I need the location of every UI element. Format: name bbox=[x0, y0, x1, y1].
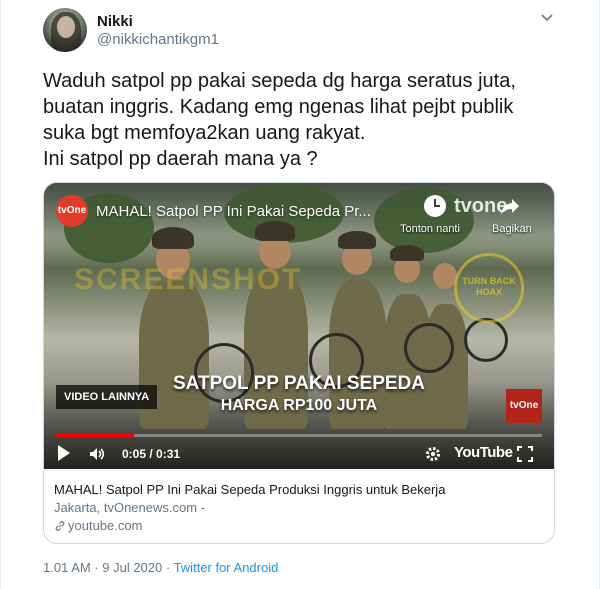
avatar-face bbox=[57, 16, 75, 38]
card-domain[interactable]: youtube.com bbox=[54, 517, 544, 535]
source-link[interactable]: Twitter for Android bbox=[174, 560, 279, 575]
channel-logo[interactable]: tvOne bbox=[56, 195, 88, 227]
player-controls: 0:05 / 0:31 YouTube bbox=[44, 439, 554, 469]
share-label[interactable]: Bagikan bbox=[492, 223, 532, 235]
video-time: 0:05 / 0:31 bbox=[122, 447, 181, 461]
video-caption-line1: SATPOL PP PAKAI SEPEDA bbox=[173, 373, 425, 394]
video-frame bbox=[44, 183, 554, 469]
video-title[interactable]: MAHAL! Satpol PP Ini Pakai Sepeda Pr... bbox=[96, 203, 371, 220]
watch-later-label[interactable]: Tonton nanti bbox=[400, 223, 460, 235]
tweet-text: Waduh satpol pp pakai sepeda dg harga se… bbox=[43, 70, 516, 170]
share-icon[interactable] bbox=[499, 195, 521, 217]
volume-icon[interactable] bbox=[88, 445, 106, 463]
gear-icon[interactable] bbox=[424, 445, 442, 463]
chevron-down-icon[interactable] bbox=[540, 10, 554, 24]
progress-fill bbox=[56, 434, 134, 437]
avatar[interactable] bbox=[43, 8, 87, 52]
link-icon bbox=[55, 521, 65, 531]
user-handle[interactable]: @nikkichantikgm1 bbox=[97, 31, 219, 48]
link-card[interactable]: SCREENSHOT TURN BACK HOAX tvOne MAHAL! S… bbox=[43, 182, 555, 544]
timestamp[interactable]: 1.01 AM · 9 Jul 2020 · bbox=[43, 560, 174, 575]
video-player[interactable]: SCREENSHOT TURN BACK HOAX tvOne MAHAL! S… bbox=[44, 183, 554, 469]
turnbackhoax-seal: TURN BACK HOAX bbox=[454, 253, 524, 323]
card-meta[interactable]: MAHAL! Satpol PP Ini Pakai Sepeda Produk… bbox=[44, 470, 554, 535]
video-caption-line2: HARGA RP100 JUTA bbox=[220, 397, 378, 414]
card-title[interactable]: MAHAL! Satpol PP Ini Pakai Sepeda Produk… bbox=[54, 481, 544, 499]
watermark: SCREENSHOT bbox=[74, 263, 303, 296]
progress-bar[interactable] bbox=[56, 434, 542, 437]
tweet-footer: 1.01 AM · 9 Jul 2020 · Twitter for Andro… bbox=[43, 560, 278, 575]
card-description: Jakarta, tvOnenews.com - bbox=[54, 500, 205, 515]
clock-icon[interactable] bbox=[424, 195, 446, 217]
user-name[interactable]: Nikki bbox=[97, 13, 133, 30]
youtube-logo[interactable]: YouTube bbox=[454, 444, 513, 461]
card-domain-text[interactable]: youtube.com bbox=[68, 518, 142, 533]
tvone-corner-logo: tvOne bbox=[506, 389, 542, 423]
tweet: Nikki @nikkichantikgm1 Waduh satpol pp p… bbox=[0, 0, 600, 589]
fullscreen-icon[interactable] bbox=[516, 445, 534, 463]
play-icon[interactable] bbox=[58, 445, 70, 461]
